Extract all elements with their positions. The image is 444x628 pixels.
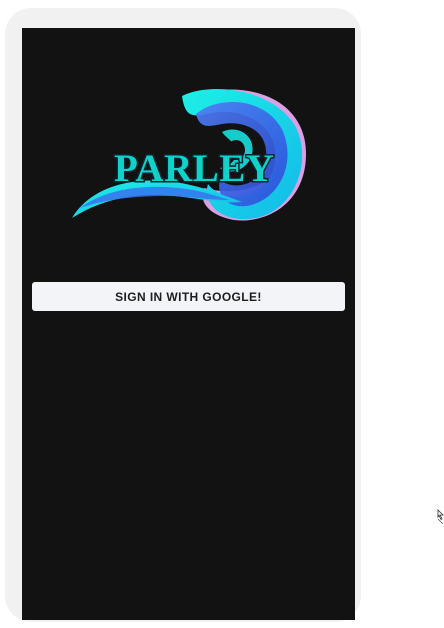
google-signin-button[interactable]: SIGN IN WITH GOOGLE! [32, 282, 345, 311]
logo-wordmark: PARLEY [114, 147, 274, 190]
app-screen: PARLEY SIGN IN WITH GOOGLE! [22, 28, 355, 620]
device-frame: PARLEY SIGN IN WITH GOOGLE! [5, 8, 361, 622]
parley-logo: PARLEY [72, 89, 306, 221]
resize-handle-icon[interactable] [437, 509, 444, 525]
